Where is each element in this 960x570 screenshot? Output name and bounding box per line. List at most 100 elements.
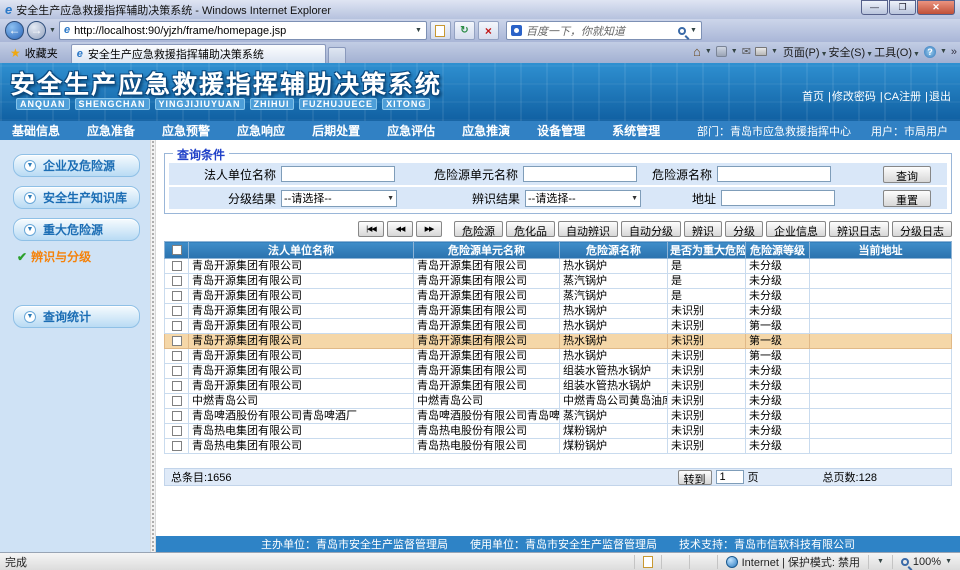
help-icon[interactable]: ? (924, 46, 936, 58)
pager-first-button[interactable]: |◀◀ (358, 221, 384, 237)
row-checkbox[interactable] (172, 426, 182, 436)
rss-icon[interactable] (716, 46, 727, 57)
menu-item[interactable]: 后期处置 (312, 122, 360, 139)
menu-item[interactable]: 基础信息 (12, 122, 60, 139)
toolbar-button-5[interactable]: 分级 (725, 221, 763, 237)
stop-button[interactable]: × (478, 21, 499, 40)
table-row[interactable]: 青岛开源集团有限公司青岛开源集团有限公司热水锅炉未识别未分级 (165, 304, 952, 319)
table-row[interactable]: 青岛开源集团有限公司青岛开源集团有限公司热水锅炉是未分级 (165, 259, 952, 274)
query-select[interactable]: --请选择--▼ (525, 190, 641, 207)
query-input[interactable] (523, 166, 637, 182)
print-icon[interactable] (755, 47, 767, 56)
address-field[interactable]: e http://localhost:90/yjzh/frame/homepag… (59, 21, 427, 40)
row-checkbox[interactable] (172, 366, 182, 376)
table-row[interactable]: 青岛开源集团有限公司青岛开源集团有限公司热水锅炉未识别第一级 (165, 334, 952, 349)
row-checkbox[interactable] (172, 276, 182, 286)
search-icon[interactable] (678, 27, 686, 35)
row-checkbox[interactable] (172, 411, 182, 421)
row-checkbox[interactable] (172, 261, 182, 271)
row-checkbox[interactable] (172, 321, 182, 331)
more-commands-icon[interactable]: » (951, 46, 957, 58)
minimize-button[interactable]: — (861, 0, 888, 15)
toolbar-button-4[interactable]: 辨识 (684, 221, 722, 237)
query-input[interactable] (721, 190, 835, 206)
address-dropdown-icon[interactable]: ▼ (415, 27, 422, 34)
header-link[interactable]: CA注册 (883, 91, 922, 103)
new-tab-button[interactable] (328, 47, 346, 63)
row-checkbox[interactable] (172, 441, 182, 451)
forward-button[interactable]: → (27, 21, 46, 40)
mail-icon[interactable]: ✉ (742, 45, 751, 58)
protected-mode-segment[interactable]: ▼ (868, 555, 892, 569)
print-dropdown-icon[interactable]: ▼ (771, 48, 778, 55)
maximize-button[interactable]: ❐ (889, 0, 916, 15)
menu-item[interactable]: 应急响应 (237, 122, 285, 139)
table-row[interactable]: 青岛热电集团有限公司青岛热电股份有限公司煤粉锅炉未识别未分级 (165, 424, 952, 439)
sidebar-group[interactable]: ▼查询统计 (13, 305, 140, 328)
goto-page-button[interactable]: 转到 (678, 470, 712, 485)
sidebar-group[interactable]: ▼企业及危险源 (13, 154, 140, 177)
toolbar-button-8[interactable]: 分级日志 (892, 221, 952, 237)
query-search-button[interactable]: 查询 (883, 166, 931, 183)
sidebar-item-active[interactable]: ✔辨识与分级 (17, 248, 150, 265)
table-row[interactable]: 青岛开源集团有限公司青岛开源集团有限公司热水锅炉未识别第一级 (165, 319, 952, 334)
toolbar-button-1[interactable]: 危化品 (506, 221, 555, 237)
row-checkbox[interactable] (172, 291, 182, 301)
toolbar-button-7[interactable]: 辨识日志 (829, 221, 889, 237)
menu-item[interactable]: 应急准备 (87, 122, 135, 139)
history-dropdown-icon[interactable]: ▼ (49, 27, 56, 34)
home-icon[interactable]: ⌂ (693, 44, 701, 59)
address-url[interactable]: http://localhost:90/yjzh/frame/homepage.… (74, 25, 411, 37)
query-reset-button[interactable]: 重置 (883, 190, 931, 207)
menu-item[interactable]: 应急预警 (162, 122, 210, 139)
menu-item[interactable]: 设备管理 (537, 122, 585, 139)
select-all-checkbox[interactable] (172, 245, 182, 255)
close-button[interactable]: ✕ (917, 0, 955, 15)
refresh-button[interactable]: ↻ (454, 21, 475, 40)
favorites-button[interactable]: ★ 收藏夹 (3, 44, 65, 62)
search-box[interactable]: 百度一下，你就知道 ▼ (506, 21, 702, 40)
table-row[interactable]: 青岛热电集团有限公司青岛热电股份有限公司煤粉锅炉未识别未分级 (165, 439, 952, 454)
menu-item[interactable]: 系统管理 (612, 122, 660, 139)
query-input[interactable] (717, 166, 831, 182)
menu-item[interactable]: 应急评估 (387, 122, 435, 139)
sidebar-group[interactable]: ▼安全生产知识库 (13, 186, 140, 209)
help-dropdown-icon[interactable]: ▼ (940, 48, 947, 55)
page-number-input[interactable] (716, 470, 744, 484)
zoom-control[interactable]: 100% ▼ (892, 555, 960, 569)
table-row[interactable]: 青岛啤酒股份有限公司青岛啤酒厂青岛啤酒股份有限公司青岛啤酒厂蒸汽锅炉未识别未分级 (165, 409, 952, 424)
row-checkbox[interactable] (172, 351, 182, 361)
home-dropdown-icon[interactable]: ▼ (705, 48, 712, 55)
row-checkbox[interactable] (172, 306, 182, 316)
command-menu-1[interactable]: 安全(S) (828, 47, 867, 59)
compatibility-view-button[interactable] (430, 21, 451, 40)
row-checkbox[interactable] (172, 381, 182, 391)
table-row[interactable]: 青岛开源集团有限公司青岛开源集团有限公司组装水管热水锅炉未识别未分级 (165, 364, 952, 379)
command-menu-0[interactable]: 页面(P) (782, 47, 821, 59)
back-button[interactable]: ← (5, 21, 24, 40)
sidebar-group[interactable]: ▼重大危险源 (13, 218, 140, 241)
search-dropdown-icon[interactable]: ▼ (690, 27, 697, 34)
pager-next-button[interactable]: ▶▶ (416, 221, 442, 237)
pager-prev-button[interactable]: ◀◀ (387, 221, 413, 237)
header-link[interactable]: 退出 (928, 91, 952, 103)
search-placeholder[interactable]: 百度一下，你就知道 (526, 23, 674, 39)
menu-item[interactable]: 应急推演 (462, 122, 510, 139)
toolbar-button-3[interactable]: 自动分级 (621, 221, 681, 237)
command-menu-2[interactable]: 工具(O) (873, 47, 913, 59)
table-row[interactable]: 青岛开源集团有限公司青岛开源集团有限公司组装水管热水锅炉未识别未分级 (165, 379, 952, 394)
header-link[interactable]: 修改密码 (831, 91, 877, 103)
table-row[interactable]: 中燃青岛公司中燃青岛公司中燃青岛公司黄岛油库锅炉未识别未分级 (165, 394, 952, 409)
query-input[interactable] (281, 166, 395, 182)
toolbar-button-6[interactable]: 企业信息 (766, 221, 826, 237)
header-link[interactable]: 首页 (801, 91, 825, 103)
toolbar-button-0[interactable]: 危险源 (454, 221, 503, 237)
table-row[interactable]: 青岛开源集团有限公司青岛开源集团有限公司蒸汽锅炉是未分级 (165, 289, 952, 304)
toolbar-button-2[interactable]: 自动辨识 (558, 221, 618, 237)
table-row[interactable]: 青岛开源集团有限公司青岛开源集团有限公司热水锅炉未识别第一级 (165, 349, 952, 364)
browser-tab[interactable]: e 安全生产应急救援指挥辅助决策系统 (71, 44, 326, 63)
row-checkbox[interactable] (172, 396, 182, 406)
query-select[interactable]: --请选择--▼ (281, 190, 397, 207)
rss-dropdown-icon[interactable]: ▼ (731, 48, 738, 55)
row-checkbox[interactable] (172, 336, 182, 346)
